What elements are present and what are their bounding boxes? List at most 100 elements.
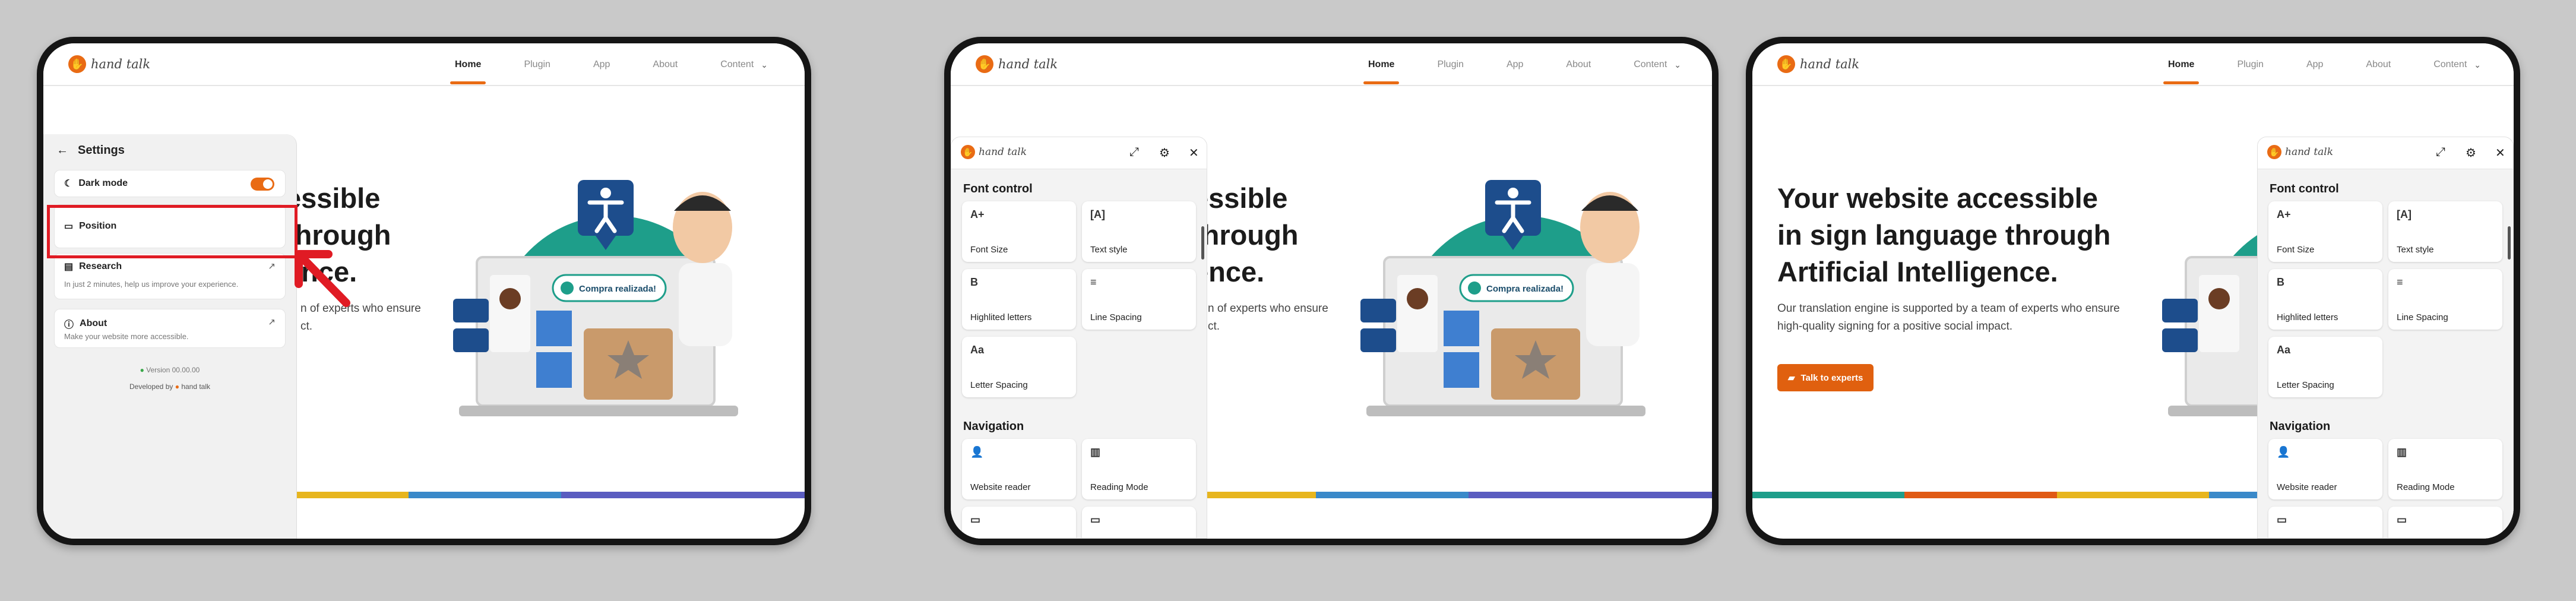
back-arrow-icon[interactable]: ← — [56, 144, 68, 157]
nav-plugin[interactable]: Plugin — [1437, 43, 1463, 86]
nav-tile-partial[interactable]: ▭ — [1082, 507, 1196, 538]
product-tile — [536, 311, 572, 346]
expand-icon[interactable]: ⤢ — [2436, 145, 2445, 159]
font-size-icon: A+ — [2277, 208, 2291, 220]
tile-label: Reading Mode — [1090, 482, 1148, 492]
nav-tile-partial[interactable]: ▭ — [962, 507, 1076, 538]
font-size-icon: A+ — [970, 208, 985, 220]
brand-logo[interactable]: ✋ hand talk — [1777, 55, 1859, 73]
brand-logo[interactable]: ✋ hand talk — [68, 55, 150, 73]
website-reader-tile[interactable]: 👤 Website reader — [2268, 439, 2382, 499]
text-style-tile[interactable]: [A] Text style — [1082, 201, 1196, 262]
reading-mode-tile[interactable]: ▥ Reading Mode — [1082, 439, 1196, 499]
about-desc: Make your website more accessible. — [64, 332, 189, 341]
external-link-icon[interactable]: ↗ — [268, 261, 276, 271]
widget-header: ✋ hand talk ⤢ ⚙ ✕ — [951, 137, 1207, 169]
letter-spacing-tile[interactable]: Aa Letter Spacing — [2268, 337, 2382, 397]
version-text: Version 00.00.00 — [146, 366, 200, 374]
external-link-icon[interactable]: ↗ — [268, 317, 276, 327]
line-spacing-tile[interactable]: ≡ Line Spacing — [1082, 269, 1196, 330]
hero-desc-line: ct. — [300, 320, 313, 333]
talk-to-experts-button[interactable]: ▰ Talk to experts — [1777, 364, 1874, 391]
nav-content[interactable]: Content ⌄ — [720, 43, 768, 86]
nav-plugin[interactable]: Plugin — [524, 43, 550, 86]
nav-app[interactable]: App — [1507, 43, 1523, 86]
settings-title: Settings — [78, 144, 125, 157]
hero-desc-line: Our translation engine is supported by a… — [1777, 302, 2120, 315]
hero-title-line: in sign language through — [1777, 219, 2111, 251]
gear-icon[interactable]: ⚙ — [2466, 145, 2476, 160]
hero-title-line: Your website accessible — [1777, 182, 2098, 214]
font-size-tile[interactable]: A+ Font Size — [962, 201, 1076, 262]
tile-label: Line Spacing — [1090, 312, 1142, 322]
reading-mode-tile[interactable]: ▥ Reading Mode — [2388, 439, 2502, 499]
close-icon[interactable]: ✕ — [1189, 145, 1199, 160]
laptop-base — [1366, 406, 1645, 416]
widget-scrollbar[interactable] — [1201, 226, 1204, 260]
nav-home[interactable]: Home — [2163, 43, 2200, 86]
tile-label: Text style — [1090, 245, 1128, 255]
research-row[interactable]: ▤ Research ↗ In just 2 minutes, help us i… — [54, 253, 286, 299]
text-style-tile[interactable]: [A] Text style — [2388, 201, 2502, 262]
highlighted-letters-tile[interactable]: B Highlited letters — [2268, 269, 2382, 330]
dark-mode-toggle[interactable] — [251, 178, 274, 191]
nav-content[interactable]: Content ⌄ — [1634, 43, 1681, 86]
logo-text: hand talk — [998, 57, 1058, 71]
research-text: Research — [79, 261, 122, 271]
nav-app[interactable]: App — [2306, 43, 2323, 86]
dark-mode-row[interactable]: ☾ Dark mode — [54, 170, 286, 197]
tile-label: Letter Spacing — [2277, 380, 2334, 390]
accessibility-head — [600, 188, 611, 198]
hero-title-line: essible — [1193, 182, 1288, 214]
product-tile — [1444, 352, 1479, 388]
stripe-seg — [1316, 492, 1469, 498]
brand-logo[interactable]: ✋ hand talk — [976, 55, 1058, 73]
nav-tile-partial[interactable]: ▭ — [2388, 507, 2502, 538]
info-icon: ⓘ — [64, 320, 74, 330]
nav-home[interactable]: Home — [1363, 43, 1400, 86]
close-icon[interactable]: ✕ — [2495, 145, 2505, 160]
website-reader-tile[interactable]: 👤 Website reader — [962, 439, 1076, 499]
nav-tile-partial[interactable]: ▭ — [2268, 507, 2382, 538]
font-size-tile[interactable]: A+ Font Size — [2268, 201, 2382, 262]
expand-icon[interactable]: ⤢ — [1129, 145, 1139, 159]
logo-text: hand talk — [1800, 57, 1860, 71]
screen: ✋ hand talk Home Plugin App About Content… — [43, 43, 805, 539]
letter-spacing-icon: Aa — [2277, 344, 2291, 356]
book-icon: ▥ — [2397, 446, 2407, 458]
chevron-down-icon: ⌄ — [761, 59, 768, 69]
nav-content[interactable]: Content ⌄ — [2433, 43, 2481, 86]
highlighted-letters-tile[interactable]: B Highlited letters — [962, 269, 1076, 330]
avatar-face — [2208, 288, 2230, 309]
tablet-widget-left-view: ✋ hand talk Home Plugin App About Content… — [944, 37, 1719, 545]
developed-by-text: Developed by — [129, 382, 173, 391]
hero-desc-partial: n of experts who ensure ct. — [1208, 300, 1328, 336]
line-spacing-tile[interactable]: ≡ Line Spacing — [2388, 269, 2502, 330]
widget-scrollbar[interactable] — [2508, 226, 2511, 260]
gear-icon[interactable]: ⚙ — [1159, 145, 1170, 160]
line-spacing-icon: ≡ — [1090, 276, 1097, 288]
hand-logo-icon: ✋ — [68, 55, 86, 73]
letter-spacing-tile[interactable]: Aa Letter Spacing — [962, 337, 1076, 397]
about-row[interactable]: ⓘ About ↗ Make your website more accessib… — [54, 309, 286, 348]
nav-about[interactable]: About — [2366, 43, 2391, 86]
stripe-seg — [1904, 492, 2057, 498]
chevron-down-icon: ⌄ — [1674, 59, 1681, 69]
nav-plugin[interactable]: Plugin — [2237, 43, 2263, 86]
stripe-seg — [1752, 492, 1905, 498]
nav-about[interactable]: About — [1566, 43, 1591, 86]
nav-links: Home Plugin App About Content ⌄ — [1363, 43, 1681, 86]
nav-about[interactable]: About — [653, 43, 678, 86]
accessibility-widget: ✋ hand talk ⤢ ⚙ ✕ Font control A+ Font Siz… — [2257, 137, 2514, 539]
bold-icon: B — [970, 276, 978, 288]
developed-by: Developed by ● hand talk — [43, 382, 296, 391]
book-icon: ▥ — [1090, 446, 1101, 458]
about-text: About — [80, 318, 107, 328]
sign-badge-icon — [453, 328, 489, 352]
nav-home[interactable]: Home — [450, 43, 486, 86]
nav-app[interactable]: App — [593, 43, 610, 86]
hand-logo-icon: ✋ — [1777, 55, 1795, 73]
character-hair — [674, 195, 731, 211]
document-icon: ▤ — [64, 262, 74, 272]
research-label: ▤ Research — [64, 261, 122, 273]
